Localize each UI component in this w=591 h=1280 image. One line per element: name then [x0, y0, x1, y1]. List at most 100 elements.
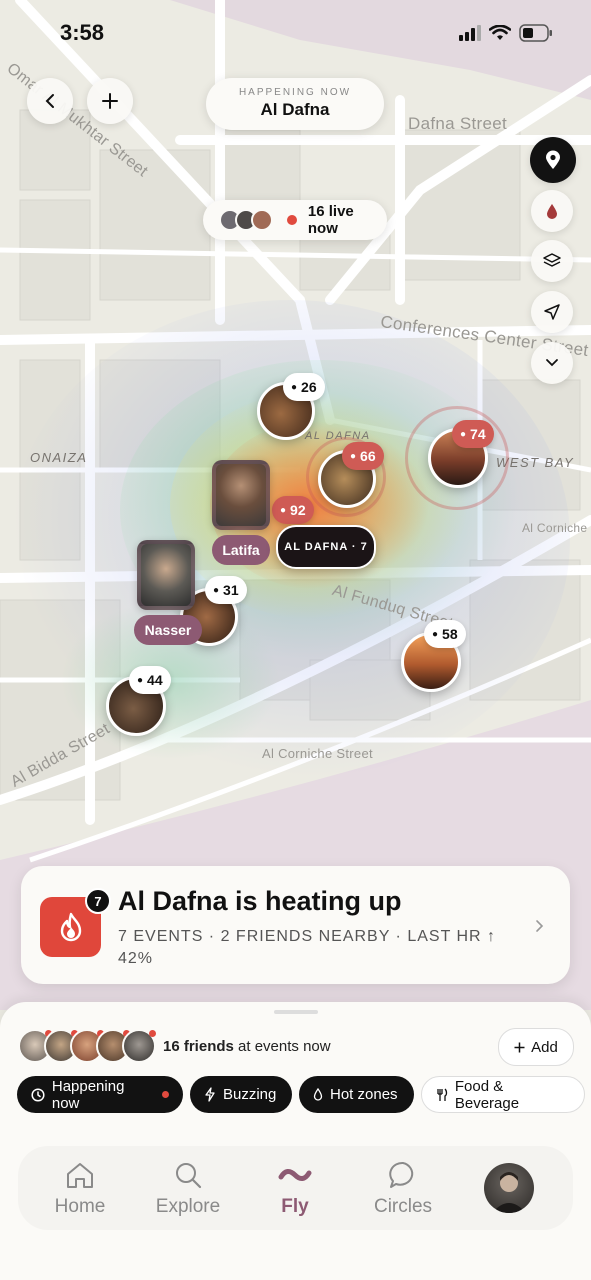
plus-icon [514, 1042, 525, 1052]
expand-controls-button[interactable] [531, 342, 573, 384]
heating-up-card[interactable]: 7 Al Dafna is heating up 7 EVENTS · 2 FR… [21, 866, 570, 984]
location-pin-button[interactable] [530, 137, 576, 183]
attendee-count-badge: ● 74 [452, 420, 494, 448]
home-icon [67, 1163, 93, 1188]
chip-label: Food & Beverage [454, 1077, 520, 1112]
chevron-down-icon [546, 359, 558, 367]
location-title-pill[interactable]: HAPPENING NOW Al Dafna [206, 78, 384, 130]
navigation-arrow-icon [544, 304, 560, 320]
sheet-grabber[interactable] [274, 1010, 318, 1014]
event-count-badge: 7 [85, 888, 111, 914]
tab-label: Circles [373, 1196, 433, 1217]
tab-explore[interactable]: Explore [134, 1146, 242, 1230]
tab-bar: Home Explore Fly Circles [18, 1146, 573, 1230]
street-label: Al Corniche Street [262, 746, 373, 761]
utensils-icon [437, 1088, 448, 1101]
search-icon [176, 1163, 202, 1189]
friend-avatar-card[interactable] [137, 540, 195, 610]
attendee-count: 92 [290, 502, 306, 518]
chevron-left-icon [45, 94, 54, 108]
chevron-right-icon [536, 920, 544, 932]
plus-icon [102, 93, 118, 109]
chip-label: Happening now [51, 1077, 125, 1112]
live-avatars [219, 209, 273, 231]
friends-count: 16 friends [163, 1038, 234, 1055]
person-icon: ● [460, 428, 467, 440]
tab-fly[interactable]: Fly [241, 1146, 349, 1230]
avatar [251, 209, 273, 231]
chip-happening-now[interactable]: Happening now [17, 1076, 183, 1113]
battery-icon [519, 24, 552, 42]
attendee-count-badge: ● 26 [283, 373, 325, 401]
avatar [492, 1172, 526, 1213]
person-icon: ● [213, 584, 220, 596]
person-icon: ● [432, 628, 439, 640]
wifi-icon [489, 25, 511, 40]
attendee-count-badge: ● 44 [129, 666, 171, 694]
location-title: Al Dafna [260, 100, 330, 119]
chip-label: Hot zones [330, 1086, 398, 1103]
tab-label: Fly [281, 1196, 309, 1217]
street-label: Dafna Street [408, 114, 508, 133]
person-icon: ● [280, 504, 287, 516]
happening-now-eyebrow: HAPPENING NOW [238, 87, 352, 98]
heat-card-subtitle: 7 EVENTS · 2 FRIENDS NEARBY · LAST HR ↑ … [118, 928, 497, 967]
zone-label-pill[interactable]: AL DAFNA · 7 [276, 525, 376, 569]
chip-food-beverage[interactable]: Food & Beverage [421, 1076, 585, 1113]
street-label: Al Corniche [522, 521, 588, 535]
profile-avatar-tab[interactable] [484, 1163, 534, 1213]
live-dot [287, 215, 297, 225]
map-pin-icon [546, 150, 560, 169]
attendee-count-badge: ● 92 [272, 496, 314, 524]
clock-icon [31, 1087, 45, 1102]
friend-avatar-card[interactable] [212, 460, 270, 530]
tab-circles[interactable]: Circles [349, 1146, 457, 1230]
live-dot [162, 1091, 169, 1098]
chip-label: Buzzing [223, 1086, 277, 1103]
attendee-count: 58 [442, 626, 458, 642]
live-count-label: 16 live now [307, 203, 354, 237]
attendee-count: 44 [147, 672, 163, 688]
attendee-count: 66 [360, 448, 376, 464]
friend-name-tag[interactable]: Nasser [134, 615, 202, 645]
chip-hot-zones[interactable]: Hot zones [299, 1076, 414, 1113]
attendee-count-badge: ● 58 [424, 620, 466, 648]
add-event-button[interactable] [87, 78, 133, 124]
district-label: ONAIZA [30, 450, 88, 465]
live-now-pill[interactable]: 16 live now [203, 200, 387, 240]
heat-layer-button[interactable] [531, 190, 573, 232]
friend-name-tag[interactable]: Latifa [212, 535, 270, 565]
add-friend-button[interactable]: Add [498, 1028, 574, 1066]
status-time: 3:58 [60, 20, 105, 45]
layers-icon [543, 253, 561, 267]
person-icon: ● [350, 450, 357, 462]
person-icon: ● [291, 381, 298, 393]
add-label: Add [531, 1038, 558, 1056]
tab-label: Home [54, 1196, 106, 1217]
bottom-sheet[interactable]: 16 friends at events now Add Happening n… [0, 1002, 591, 1280]
person-icon: ● [137, 674, 144, 686]
attendee-count-badge: ● 66 [342, 442, 384, 470]
back-button[interactable] [27, 78, 73, 124]
tab-label: Explore [155, 1196, 221, 1217]
friends-at-events-text: 16 friends at events now [163, 1038, 331, 1055]
chat-bubble-icon [389, 1161, 414, 1188]
navigate-button[interactable] [531, 291, 573, 333]
status-icons [459, 24, 553, 42]
drop-icon [547, 204, 557, 219]
friend-avatar[interactable] [122, 1029, 156, 1063]
tab-home[interactable]: Home [26, 1146, 134, 1230]
chip-buzzing[interactable]: Buzzing [190, 1076, 292, 1113]
fly-wave-icon [278, 1169, 312, 1181]
attendee-count: 26 [301, 379, 317, 395]
layers-button[interactable] [531, 240, 573, 282]
attendee-count: 74 [470, 426, 486, 442]
drop-icon [313, 1088, 323, 1101]
heat-card-title: Al Dafna is heating up [118, 886, 402, 916]
lightning-icon [205, 1087, 215, 1102]
attendee-count: 31 [223, 582, 239, 598]
flame-icon [60, 912, 81, 942]
attendee-count-badge: ● 31 [205, 576, 247, 604]
friends-suffix: at events now [233, 1038, 331, 1055]
signal-icon [459, 25, 481, 41]
